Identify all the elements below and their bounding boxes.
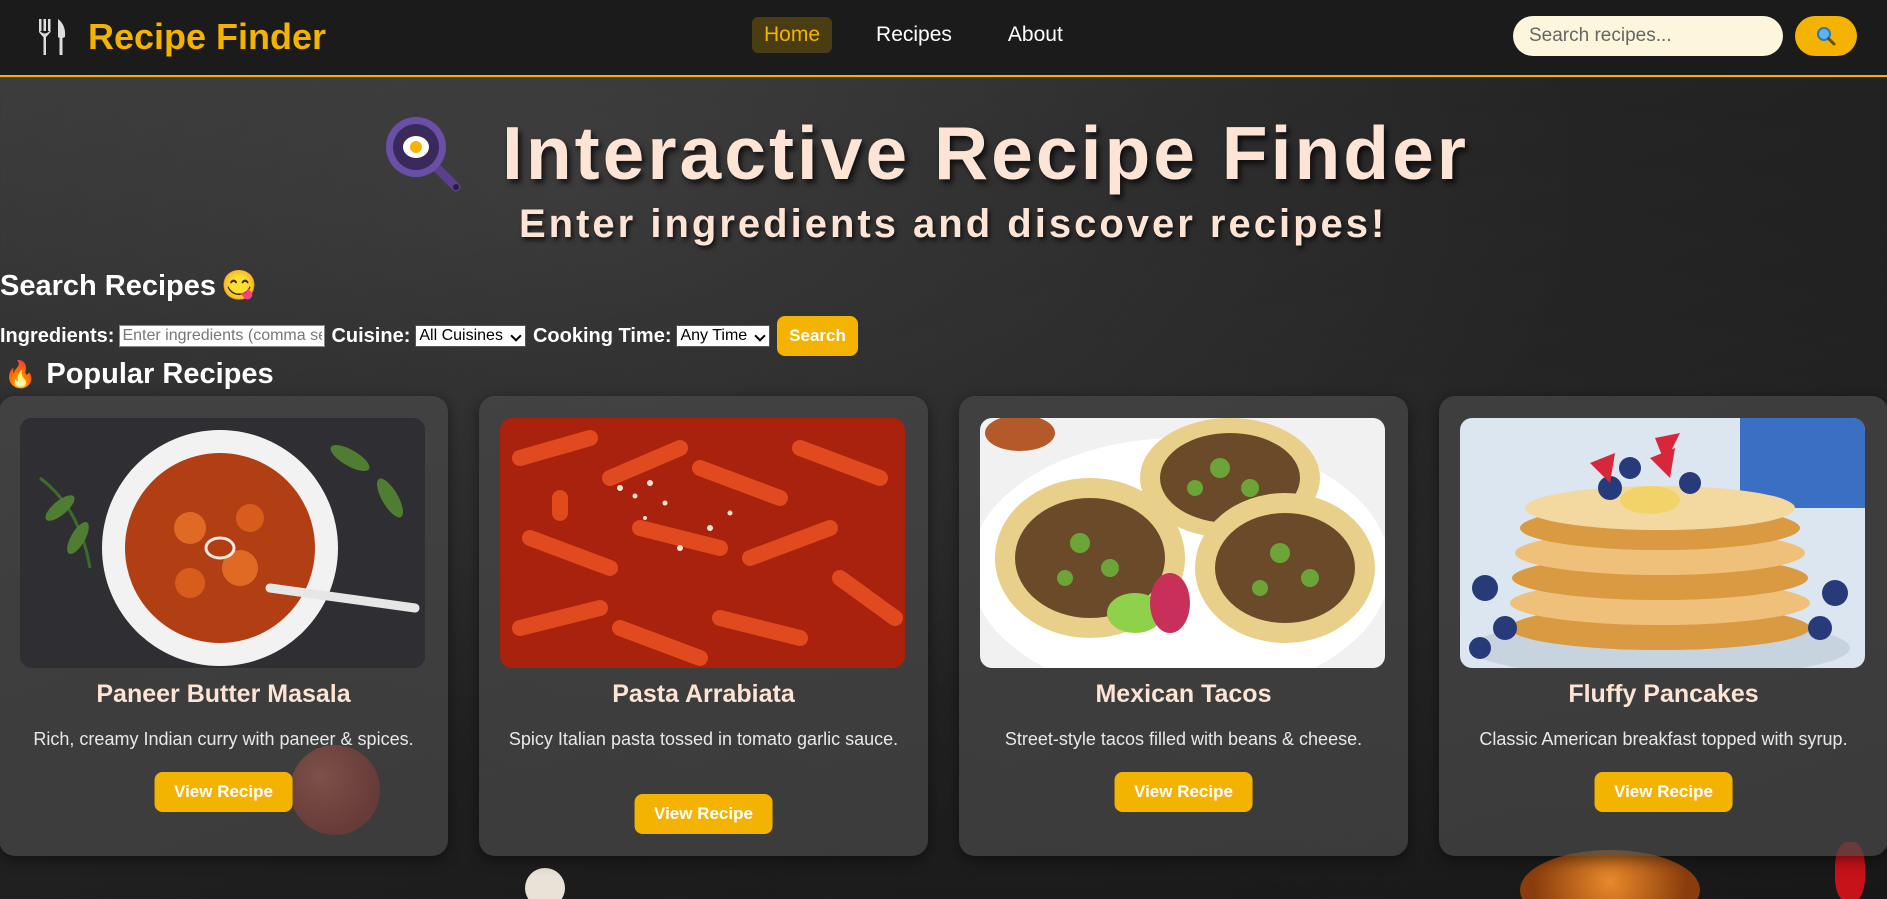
recipe-image-pancakes <box>1460 418 1865 668</box>
ingredients-input[interactable] <box>119 325 326 347</box>
nav-search-button[interactable] <box>1795 16 1857 56</box>
view-recipe-button[interactable]: View Recipe <box>1594 772 1733 812</box>
magnifier-icon <box>1817 27 1836 46</box>
yum-face-icon: 😋 <box>221 270 258 302</box>
recipe-card-paneer: Paneer Butter Masala Rich, creamy Indian… <box>0 396 448 856</box>
hero-subtitle: Enter ingredients and discover recipes! <box>519 202 1388 246</box>
cooking-time-label: Cooking Time: <box>532 324 672 347</box>
brand[interactable]: Recipe Finder <box>36 16 326 58</box>
search-section-label: Search Recipes <box>0 269 217 302</box>
cooking-time-selected-value: Any Time <box>680 327 748 344</box>
view-recipe-button[interactable]: View Recipe <box>154 772 293 812</box>
background-garlic <box>525 868 565 899</box>
recipe-image-tacos <box>980 418 1385 668</box>
nav-link-home[interactable]: Home <box>752 17 833 53</box>
search-button[interactable]: Search <box>777 316 858 356</box>
recipe-card-tacos: Mexican Tacos Street-style tacos filled … <box>959 396 1408 856</box>
ingredients-label: Ingredients: <box>0 324 115 347</box>
fire-icon: 🔥 <box>4 359 37 389</box>
hero-title: Interactive Recipe Finder <box>502 111 1469 195</box>
recipe-title: Pasta Arrabiata <box>612 680 795 708</box>
popular-section-label: Popular Recipes <box>46 358 274 390</box>
cuisine-label: Cuisine: <box>331 324 411 347</box>
cooking-time-select[interactable]: Any Time <box>676 325 771 347</box>
view-recipe-button[interactable]: View Recipe <box>1114 772 1253 812</box>
recipe-title: Mexican Tacos <box>1095 680 1272 708</box>
background-spice-bowl <box>1520 850 1700 899</box>
recipe-card-pancakes: Fluffy Pancakes Classic American breakfa… <box>1439 396 1887 856</box>
cuisine-select[interactable]: All Cuisines <box>415 325 526 347</box>
recipe-image-pasta <box>500 418 905 668</box>
recipe-card-pasta: Pasta Arrabiata Spicy Italian pasta toss… <box>479 396 928 856</box>
cuisine-selected-value: All Cuisines <box>419 327 503 344</box>
fork-knife-icon <box>39 19 66 55</box>
recipe-image-paneer <box>20 418 425 668</box>
top-navbar: Recipe Finder Home Recipes About <box>0 0 1887 77</box>
view-recipe-button[interactable]: View Recipe <box>634 794 773 834</box>
nav-link-recipes[interactable]: Recipes <box>864 17 964 53</box>
frying-pan-egg-icon <box>386 117 461 192</box>
nav-links: Home Recipes About <box>752 17 1107 53</box>
recipe-title: Paneer Butter Masala <box>96 680 351 708</box>
search-section-title: Search Recipes 😋 <box>0 269 257 303</box>
search-form: Ingredients: Cuisine: All Cuisines Cooki… <box>0 316 858 356</box>
nav-search-input[interactable] <box>1513 16 1783 56</box>
recipe-description: Spicy Italian pasta tossed in tomato gar… <box>508 729 899 749</box>
popular-section-title: 🔥 Popular Recipes <box>4 358 274 391</box>
recipe-description: Street-style tacos filled with beans & c… <box>1004 729 1363 749</box>
nav-link-about[interactable]: About <box>996 17 1075 53</box>
recipe-description: Classic American breakfast topped with s… <box>1479 729 1848 749</box>
brand-name: Recipe Finder <box>88 16 327 57</box>
recipe-title: Fluffy Pancakes <box>1568 680 1759 708</box>
recipe-description: Rich, creamy Indian curry with paneer & … <box>33 729 414 749</box>
